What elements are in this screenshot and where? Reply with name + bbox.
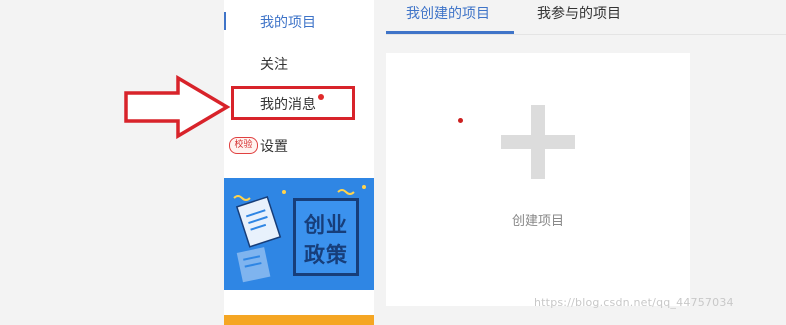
sparkle-icon: [337, 185, 366, 195]
active-tab-underline: [386, 31, 514, 34]
cursor-dot: [458, 118, 463, 123]
tab-joined-projects[interactable]: 我参与的项目: [537, 3, 621, 23]
banner-line-2: 政策: [304, 243, 348, 267]
document-illustration-icon: [233, 190, 286, 283]
sidebar-item-settings[interactable]: 设置: [260, 136, 288, 156]
policy-banner[interactable]: 创业 政策: [224, 178, 374, 290]
banner-title-box: 创业 政策: [293, 198, 359, 276]
sidebar-item-follow[interactable]: 关注: [260, 54, 288, 74]
create-project-card[interactable]: 创建项目: [386, 53, 690, 306]
sidebar-item-my-projects[interactable]: 我的项目: [260, 12, 316, 32]
active-indicator: [224, 12, 226, 30]
create-project-label: 创建项目: [511, 214, 564, 229]
annotation-arrow-icon: [124, 75, 231, 139]
watermark: https://blog.csdn.net/qq_44757034: [534, 296, 734, 309]
sidebar-spacer: [224, 290, 374, 315]
verify-badge: 校验: [229, 137, 258, 154]
annotation-highlight-box: [231, 86, 355, 120]
project-tabs: 我创建的项目 我参与的项目: [386, 0, 786, 35]
secondary-banner[interactable]: [224, 315, 374, 325]
banner-line-1: 创业: [304, 213, 348, 237]
tab-created-projects[interactable]: 我创建的项目: [406, 3, 490, 23]
